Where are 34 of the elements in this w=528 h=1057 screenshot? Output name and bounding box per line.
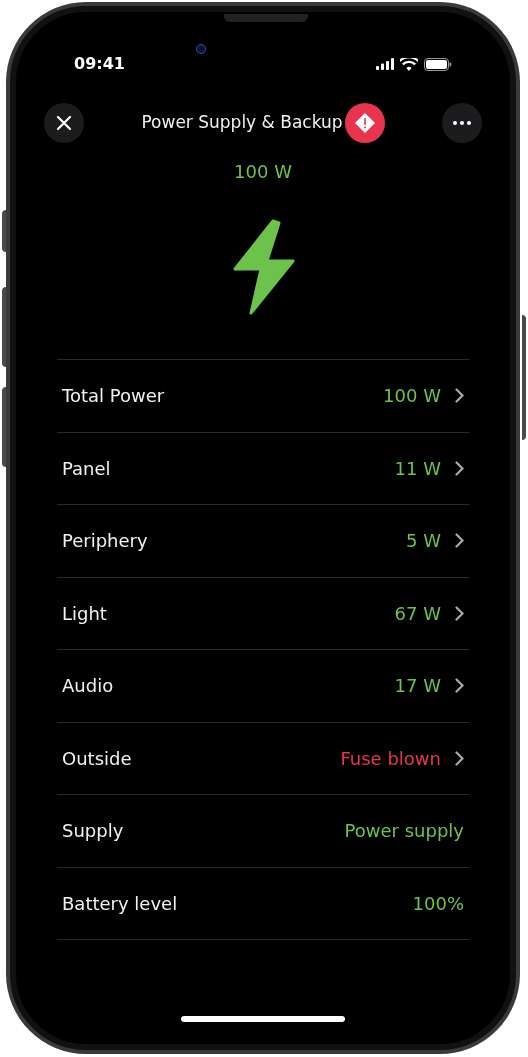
alert-badge[interactable]: [344, 103, 385, 143]
list-row[interactable]: Audio 17 W: [57, 650, 469, 723]
row-label: Audio: [62, 674, 114, 699]
row-label: Light: [62, 601, 107, 626]
row-label: Battery level: [62, 891, 178, 916]
row-label: Panel: [62, 456, 111, 481]
warning-icon: [353, 112, 376, 134]
list-row[interactable]: Light 67 W: [57, 577, 469, 650]
row-value: 100%: [412, 891, 464, 916]
row-value: Fuse blown: [340, 746, 441, 771]
list-row[interactable]: Outside Fuse blown: [57, 722, 469, 795]
row-label: Periphery: [62, 529, 148, 554]
row-value: 17 W: [394, 674, 441, 699]
row-label: Outside: [62, 746, 132, 771]
row-value: 11 W: [394, 456, 441, 481]
row-label: Supply: [62, 819, 124, 844]
battery-icon: [424, 57, 452, 71]
close-button[interactable]: [44, 103, 84, 143]
list-row[interactable]: Total Power 100 W: [57, 360, 469, 433]
row-value: 67 W: [394, 601, 441, 626]
close-icon: [56, 115, 72, 131]
more-icon: [453, 121, 471, 125]
list-row[interactable]: Periphery 5 W: [57, 505, 469, 578]
more-button[interactable]: [442, 103, 482, 143]
row-value: Power supply: [344, 819, 464, 844]
row-label: Total Power: [62, 384, 165, 409]
status-time: 09:41: [74, 53, 125, 75]
wifi-icon: [400, 57, 418, 71]
row-value: 5 W: [406, 529, 441, 554]
list-row[interactable]: Panel 11 W: [57, 432, 469, 505]
screen-title: Power Supply & Backup: [141, 111, 343, 135]
row-value: 100 W: [383, 384, 441, 409]
power-reading: 100 W: [234, 160, 292, 184]
signal-icon: [376, 58, 394, 70]
